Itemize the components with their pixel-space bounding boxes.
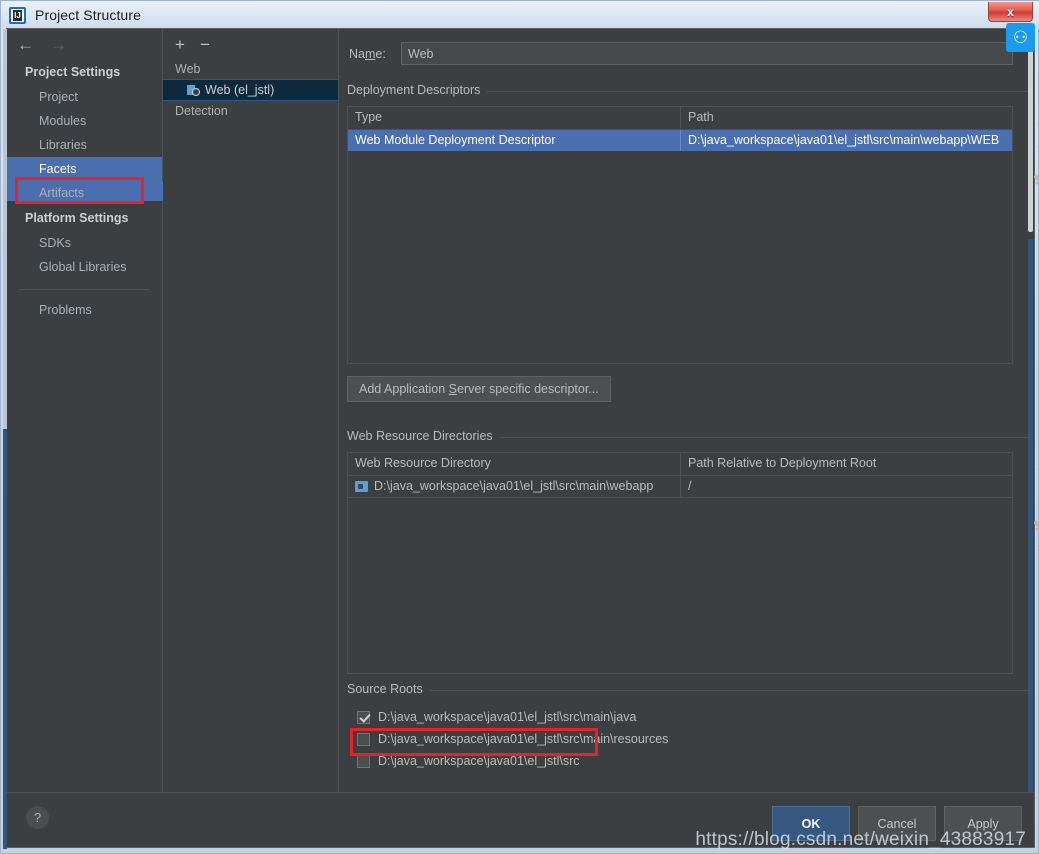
name-label: Name:	[349, 46, 386, 61]
facet-toolbar: + −	[163, 29, 338, 59]
settings-sidebar: ← → Project Settings Project Modules Lib…	[7, 29, 169, 794]
sidebar-group-platform-settings: Platform Settings	[25, 211, 129, 225]
deployment-descriptors-table: Type Path Web Module Deployment Descript…	[347, 106, 1013, 364]
cell-relative-path: /	[688, 479, 692, 493]
name-row: Name:	[339, 29, 1034, 65]
ok-button[interactable]: OK	[772, 806, 850, 841]
web-resource-directories-title: Web Resource Directories	[347, 429, 500, 443]
source-root-checkbox[interactable]	[357, 754, 370, 768]
cell-directory-text: D:\java_workspace\java01\el_jstl\src\mai…	[374, 479, 654, 493]
source-roots-title: Source Roots	[347, 682, 430, 696]
scrollbar-track-lower[interactable]	[1028, 239, 1033, 794]
sidebar-group-project-settings: Project Settings	[25, 65, 121, 79]
minus-icon[interactable]: −	[200, 36, 210, 53]
source-roots-header: Source Roots	[347, 682, 1028, 699]
web-facet-icon	[187, 84, 200, 97]
cell-type: Web Module Deployment Descriptor	[348, 130, 681, 151]
sidebar-item-modules[interactable]: Modules	[7, 109, 162, 133]
column-header-path-relative[interactable]: Path Relative to Deployment Root	[681, 453, 1012, 475]
project-structure-dialog: ← → Project Settings Project Modules Lib…	[3, 28, 1039, 849]
cancel-button[interactable]: Cancel	[858, 806, 936, 841]
source-root-label: D:\java_workspace\java01\el_jstl\src	[378, 754, 580, 768]
apply-button[interactable]: Apply	[944, 806, 1022, 841]
column-header-path[interactable]: Path	[681, 107, 1012, 129]
sidebar-item-libraries[interactable]: Libraries	[7, 133, 162, 157]
source-root-checkbox[interactable]	[357, 710, 370, 724]
dialog-footer: ? OK Cancel Apply	[7, 792, 1034, 847]
deployment-descriptors-header: Deployment Descriptors	[347, 83, 1028, 100]
window-titlebar: Project Structure x	[1, 1, 1039, 29]
plus-icon[interactable]: +	[175, 36, 185, 53]
sidebar-item-sdks[interactable]: SDKs	[7, 231, 162, 255]
source-root-item[interactable]: D:\java_workspace\java01\el_jstl\src	[347, 750, 1028, 772]
web-resource-directories-group: Web Resource Directories Web Resource Di…	[347, 429, 1039, 674]
table-row[interactable]: D:\java_workspace\java01\el_jstl\src\mai…	[348, 476, 1012, 498]
dialog-scrollbar[interactable]	[1028, 29, 1034, 794]
facet-group-detection[interactable]: Detection	[163, 101, 338, 121]
intellij-idea-icon	[9, 6, 26, 24]
web-resource-directories-table: Web Resource Directory Path Relative to …	[347, 452, 1013, 674]
facet-list-panel: + − Web Web (el_jstl) Detection	[163, 29, 339, 794]
edit-pencil-icon[interactable]	[1034, 172, 1039, 187]
screenshot-root: Project Structure x ← → Project Settings…	[0, 0, 1039, 854]
close-button[interactable]: x	[988, 2, 1033, 22]
sidebar-item-problems[interactable]: Problems	[7, 298, 162, 322]
web-resource-directories-header: Web Resource Directories	[347, 429, 1028, 446]
facet-item-label: Web (el_jstl)	[205, 83, 275, 97]
sidebar-nav-arrows: ← →	[7, 29, 162, 59]
cell-web-resource-directory: D:\java_workspace\java01\el_jstl\src\mai…	[348, 476, 681, 497]
facet-group-web: Web	[175, 62, 201, 76]
scrollbar-thumb[interactable]	[1028, 32, 1033, 232]
column-header-type[interactable]: Type	[348, 107, 681, 129]
cell-path: D:\java_workspace\java01\el_jstl\src\mai…	[688, 133, 1000, 147]
name-input[interactable]	[401, 42, 1013, 65]
forward-arrow-icon[interactable]: →	[50, 36, 67, 53]
back-arrow-icon[interactable]: ←	[17, 36, 34, 53]
deployment-descriptors-table-header: Type Path	[348, 107, 1012, 130]
sidebar-item-facets[interactable]: Facets	[7, 157, 162, 181]
dialog-buttons: OK Cancel Apply	[772, 806, 1022, 841]
window-frame: Project Structure x ← → Project Settings…	[0, 0, 1039, 854]
sidebar-item-global-libraries[interactable]: Global Libraries	[7, 255, 162, 279]
table-row[interactable]: Web Module Deployment Descriptor D:\java…	[348, 130, 1012, 151]
sidebar-item-artifacts[interactable]: Artifacts	[7, 181, 162, 205]
window-title: Project Structure	[35, 7, 141, 23]
add-app-server-descriptor-button[interactable]: Add Application Server specific descript…	[347, 376, 611, 402]
deployment-descriptors-title: Deployment Descriptors	[347, 83, 488, 97]
source-root-item[interactable]: D:\java_workspace\java01\el_jstl\src\mai…	[347, 728, 1028, 750]
source-root-label: D:\java_workspace\java01\el_jstl\src\mai…	[378, 710, 637, 724]
source-root-label: D:\java_workspace\java01\el_jstl\src\mai…	[378, 732, 669, 746]
sidebar-divider	[19, 289, 150, 290]
column-header-web-resource-directory[interactable]: Web Resource Directory	[348, 453, 681, 475]
source-root-item[interactable]: D:\java_workspace\java01\el_jstl\src\mai…	[347, 706, 1028, 728]
source-roots-group: Source Roots D:\java_workspace\java01\el…	[347, 682, 1028, 772]
sidebar-item-project[interactable]: Project	[7, 85, 162, 109]
deployment-descriptors-group: Deployment Descriptors Type Path Web Mod…	[347, 83, 1039, 402]
help-icon[interactable]: ?	[26, 806, 49, 829]
csdn-logo-icon[interactable]: ⚇	[1006, 23, 1035, 52]
group-divider-line	[347, 690, 1028, 691]
edit-pencil-icon[interactable]	[1034, 518, 1039, 533]
web-resource-directories-table-header: Web Resource Directory Path Relative to …	[348, 453, 1012, 476]
facet-detail-panel: Name: Deployment Descriptors Type Path	[339, 29, 1039, 794]
source-root-checkbox[interactable]	[357, 732, 370, 746]
folder-icon	[355, 481, 368, 492]
facet-item-web-el-jstl[interactable]: Web (el_jstl)	[163, 79, 338, 101]
